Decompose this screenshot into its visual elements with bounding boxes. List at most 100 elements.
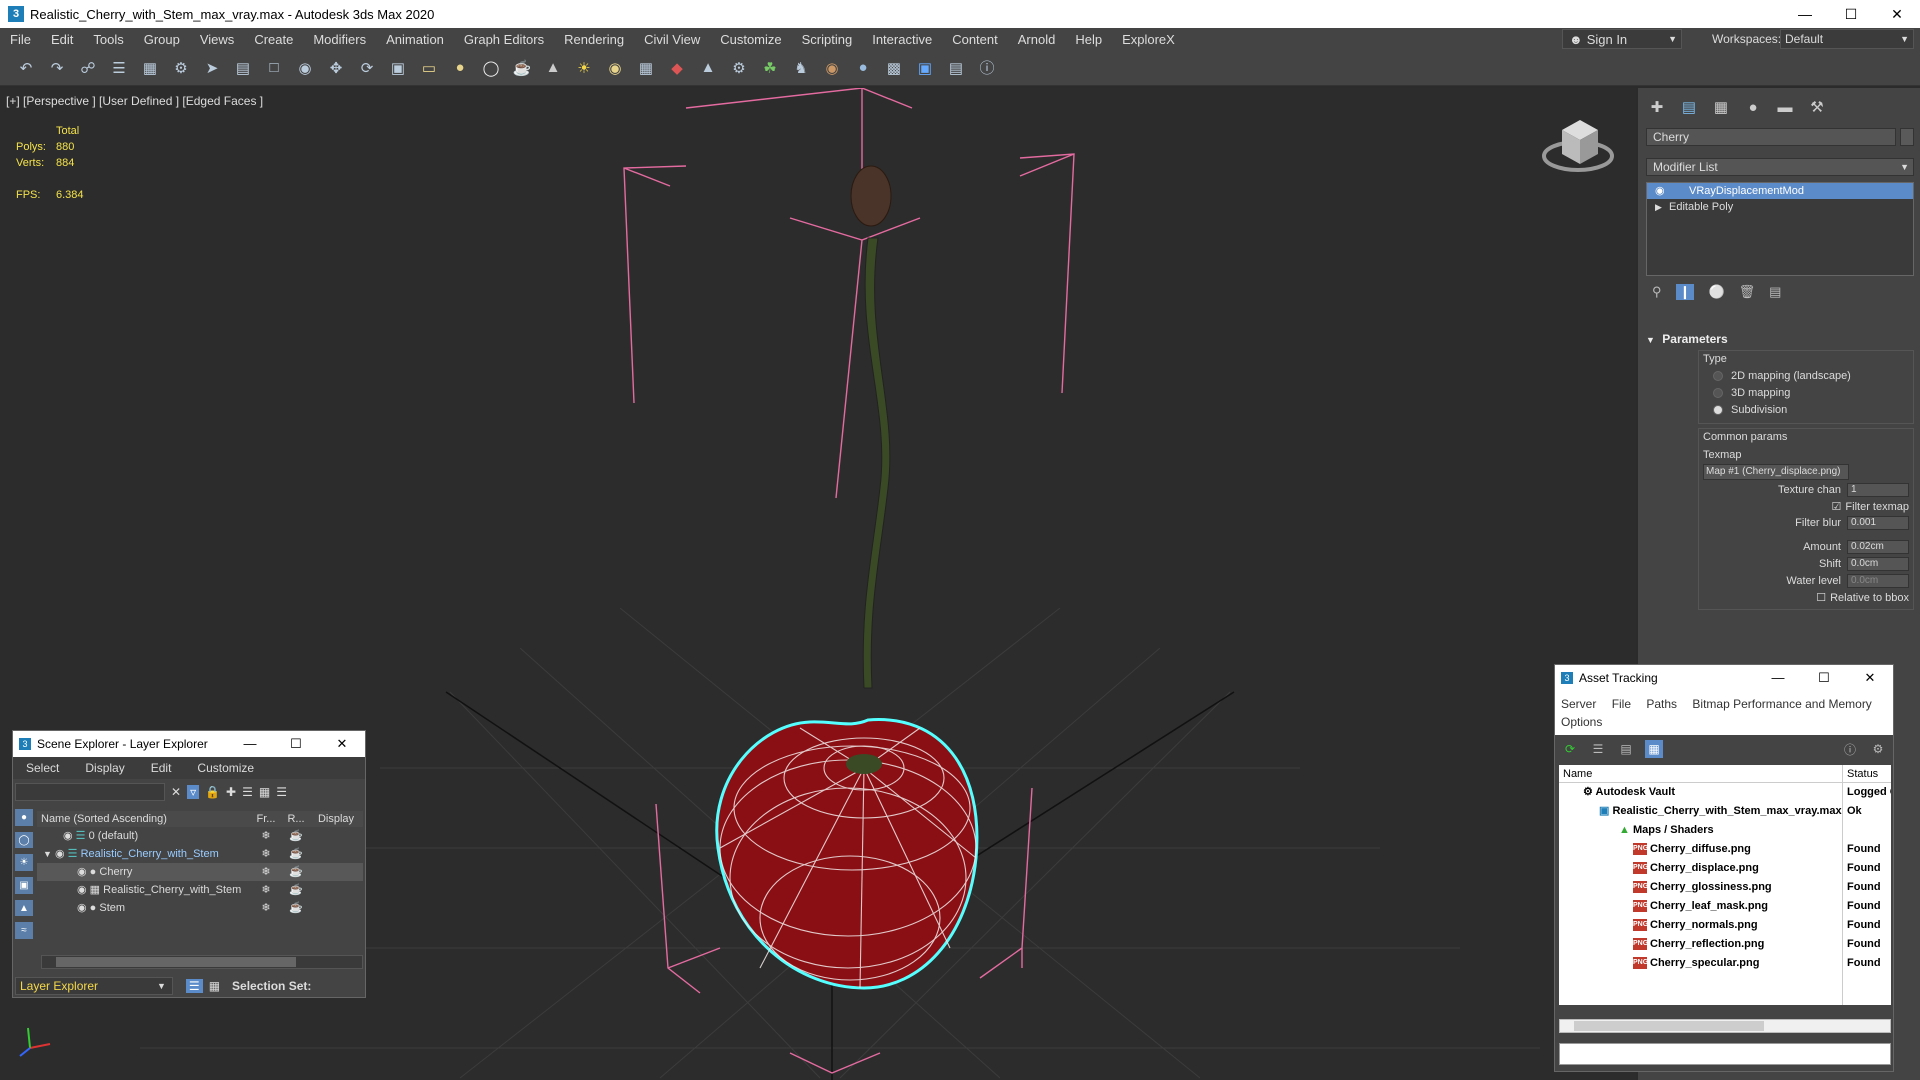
table-row[interactable]: PNG Cherry_displace.png Found	[1559, 859, 1891, 878]
help-icon[interactable]: ⓘ	[975, 56, 999, 80]
table-row[interactable]: ▲ Maps / Shaders	[1559, 821, 1891, 840]
scene-explorer-search-input[interactable]	[15, 783, 165, 801]
col-status[interactable]: Status	[1843, 765, 1891, 782]
hierarchy-icon[interactable]: ▦	[259, 785, 270, 799]
table-row[interactable]: ▣ Realistic_Cherry_with_Stem_max_vray.ma…	[1559, 802, 1891, 821]
configure-sets-icon[interactable]: ▤	[1769, 284, 1781, 300]
snowflake-icon[interactable]: ❄	[251, 899, 281, 917]
chevron-down-icon[interactable]: ▼	[157, 981, 166, 991]
eye-icon[interactable]: ◉	[77, 884, 87, 896]
eye-icon[interactable]: ◉	[63, 830, 73, 842]
remove-modifier-icon[interactable]: 🗑	[1739, 284, 1756, 300]
render-icon[interactable]: ▤	[944, 56, 968, 80]
table-row[interactable]: PNG Cherry_glossiness.png Found	[1559, 878, 1891, 897]
bind-spacewarp-icon[interactable]: ▦	[138, 56, 162, 80]
motion-tab-icon[interactable]: ●	[1742, 96, 1764, 118]
col-display[interactable]: Display	[311, 811, 361, 827]
col-name[interactable]: Name	[1559, 765, 1843, 782]
se-menu-customize[interactable]: Customize	[184, 761, 267, 775]
table-row[interactable]: ◉ ● Cherry ❄ ☕	[37, 863, 363, 881]
radio-3d-mapping[interactable]: 3D mapping	[1713, 387, 1909, 399]
col-render[interactable]: R...	[281, 811, 311, 827]
se-menu-select[interactable]: Select	[13, 761, 72, 775]
refresh-icon[interactable]: ⟳	[1561, 740, 1579, 758]
make-unique-icon[interactable]: ⚪	[1708, 284, 1724, 300]
menu-arnold[interactable]: Arnold	[1008, 32, 1066, 47]
menu-rendering[interactable]: Rendering	[554, 32, 634, 47]
box-icon[interactable]: ▭	[417, 56, 441, 80]
table-row[interactable]: ▼ ◉ ☰ Realistic_Cherry_with_Stem ❄ ☕	[37, 845, 363, 863]
menu-scripting[interactable]: Scripting	[792, 32, 863, 47]
eye-icon[interactable]: ◉	[77, 902, 87, 914]
menu-create[interactable]: Create	[244, 32, 303, 47]
sphere-icon[interactable]: ●	[448, 56, 472, 80]
hierarchy-toggle-icon[interactable]: ▦	[209, 979, 220, 993]
teapot-icon[interactable]: ☕	[281, 881, 311, 899]
menu-content[interactable]: Content	[942, 32, 1008, 47]
geosphere-icon[interactable]: ◯	[479, 56, 503, 80]
filter-geometry-icon[interactable]: ●	[15, 809, 33, 826]
maximize-icon[interactable]: ☐	[1828, 0, 1874, 28]
filter-shapes-icon[interactable]: ◯	[15, 831, 33, 849]
texmap-button[interactable]: Map #1 (Cherry_displace.png)	[1703, 464, 1849, 480]
render-frame-icon[interactable]: ▣	[913, 56, 937, 80]
water-level-spinner[interactable]: 0.0cm	[1847, 574, 1909, 588]
teapot-icon[interactable]: ☕	[281, 845, 311, 863]
asset-path-field[interactable]	[1559, 1043, 1891, 1065]
snowflake-icon[interactable]: ❄	[251, 845, 281, 863]
filter-icon[interactable]: ▿	[187, 785, 200, 799]
eye-icon[interactable]: ◉	[55, 848, 65, 860]
snowflake-icon[interactable]: ❄	[251, 827, 281, 845]
selection-filter-icon[interactable]: ⚙	[169, 56, 193, 80]
table-view-icon[interactable]: ▦	[1645, 740, 1663, 758]
rotate-icon[interactable]: ⟳	[355, 56, 379, 80]
pin-stack-icon[interactable]: ⚲	[1652, 284, 1662, 300]
scrollbar-thumb[interactable]	[56, 957, 296, 967]
close-icon[interactable]: ✕	[319, 736, 365, 752]
undo-icon[interactable]: ↶	[14, 56, 38, 80]
workspace-select[interactable]: Default ▼	[1780, 29, 1914, 49]
filter-texmap-checkbox[interactable]: ☑	[1832, 500, 1842, 513]
object-name-field[interactable]: Cherry	[1646, 128, 1896, 146]
layers-toggle-icon[interactable]: ☰	[185, 979, 203, 993]
menu-modifiers[interactable]: Modifiers	[303, 32, 376, 47]
display-tab-icon[interactable]: ▬	[1774, 96, 1796, 118]
light-icon[interactable]: ◉	[603, 56, 627, 80]
align-icon[interactable]: ▲	[696, 56, 720, 80]
col-frozen[interactable]: Fr...	[251, 811, 281, 827]
clear-search-icon[interactable]: ✕	[171, 785, 181, 799]
scrollbar-thumb[interactable]	[1574, 1021, 1764, 1031]
se-menu-display[interactable]: Display	[72, 761, 137, 775]
menu-group[interactable]: Group	[134, 32, 190, 47]
select-object-icon[interactable]: ➤	[200, 56, 224, 80]
menu-file[interactable]: File	[0, 32, 41, 47]
minimize-icon[interactable]: —	[1782, 0, 1828, 28]
cone-icon[interactable]: ▲	[541, 56, 565, 80]
filter-spacewarps-icon[interactable]: ≈	[15, 922, 33, 940]
snap-icon[interactable]: ▦	[634, 56, 658, 80]
mirror-icon[interactable]: ◆	[665, 56, 689, 80]
table-row[interactable]: PNG Cherry_reflection.png Found	[1559, 935, 1891, 954]
eye-icon[interactable]: ◉	[1655, 183, 1665, 199]
parameters-rollout[interactable]: ▼ Parameters	[1646, 332, 1728, 346]
select-link-icon[interactable]: ☍	[76, 56, 100, 80]
new-layer-icon[interactable]: ✚	[226, 785, 236, 799]
expand-arrow-icon[interactable]: ▼	[43, 849, 52, 859]
select-by-name-icon[interactable]: ▤	[231, 56, 255, 80]
stack-item-editable-poly[interactable]: ▶ Editable Poly	[1647, 199, 1913, 215]
stack-layers-icon[interactable]: ☰	[276, 785, 287, 799]
teapot-icon[interactable]: ☕	[281, 899, 311, 917]
settings-icon[interactable]: ⚙	[727, 56, 751, 80]
asset-tracking-titlebar[interactable]: 3 Asset Tracking — ☐ ✕	[1555, 665, 1893, 691]
texture-chan-spinner[interactable]: 1	[1847, 483, 1909, 497]
help-icon[interactable]: ⓘ	[1841, 740, 1859, 758]
menu-explorex[interactable]: ExploreX	[1112, 32, 1185, 47]
menu-tools[interactable]: Tools	[83, 32, 133, 47]
filter-blur-spinner[interactable]: 0.001	[1847, 516, 1909, 530]
table-row[interactable]: PNG Cherry_diffuse.png Found	[1559, 840, 1891, 859]
hair-icon[interactable]: ♞	[789, 56, 813, 80]
menu-views[interactable]: Views	[190, 32, 244, 47]
close-icon[interactable]: ✕	[1847, 670, 1893, 686]
minimize-icon[interactable]: —	[227, 736, 273, 752]
radio-2d-mapping[interactable]: 2D mapping (landscape)	[1713, 370, 1909, 382]
